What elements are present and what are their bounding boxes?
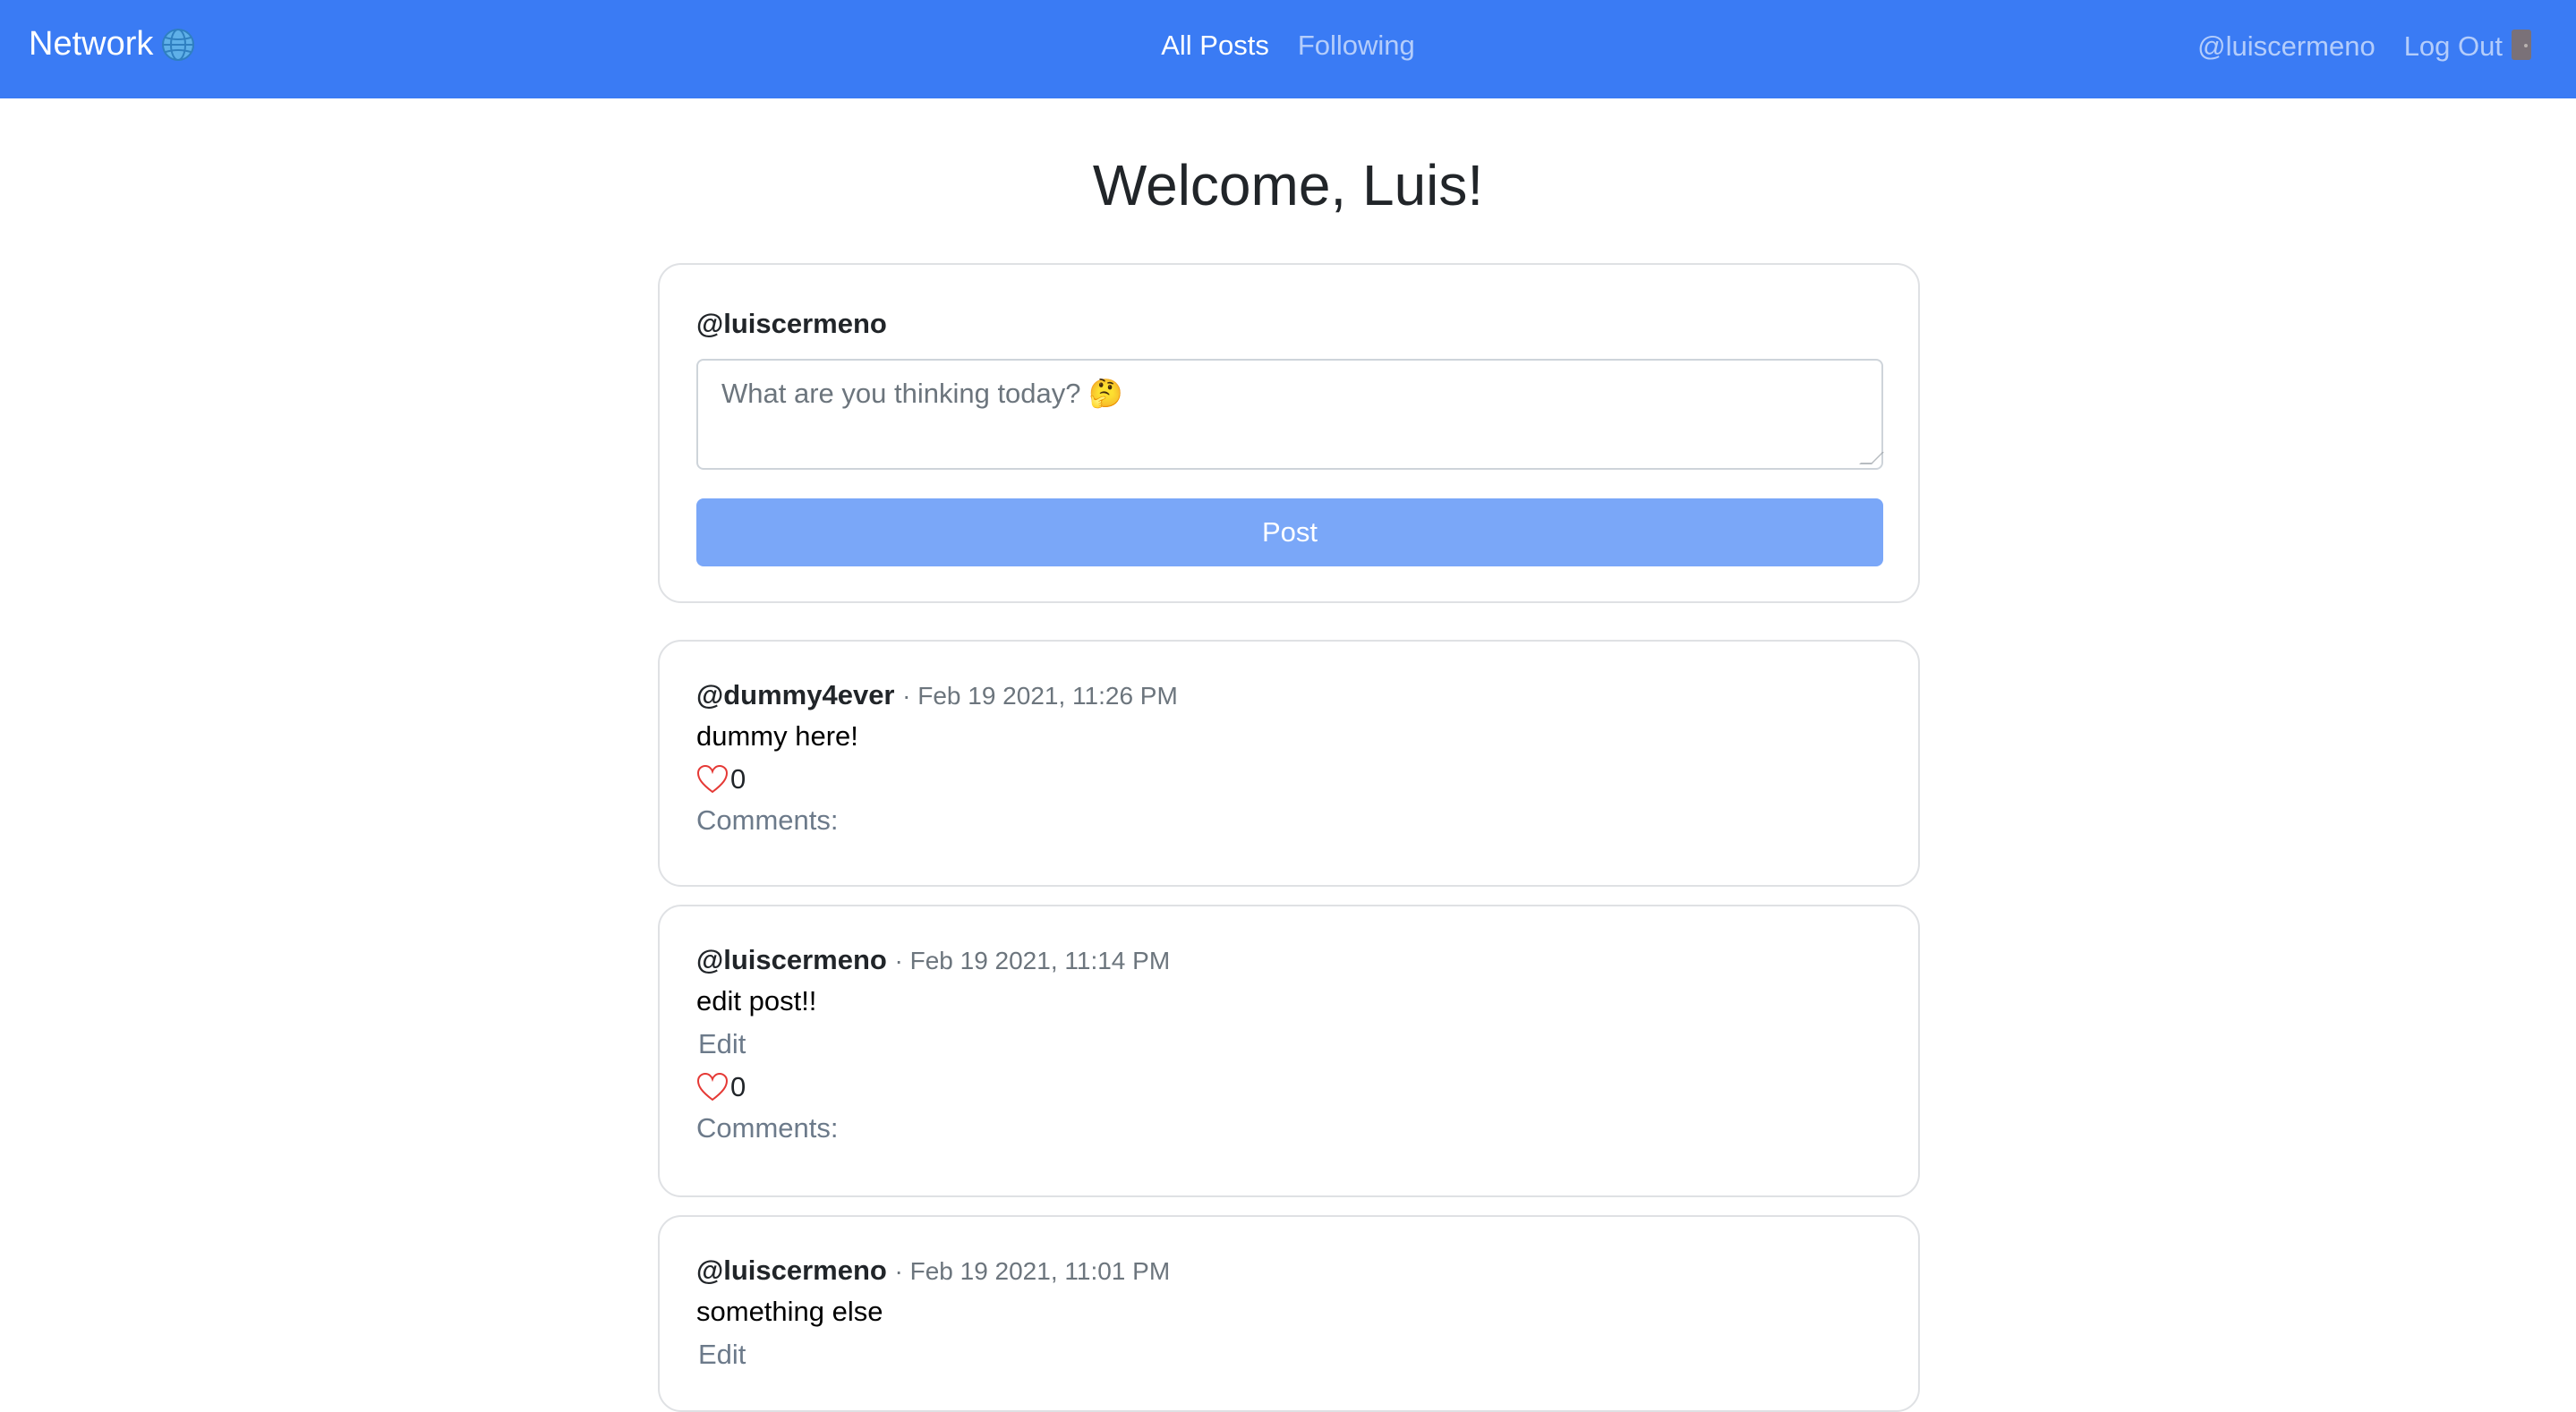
post-header: @luiscermeno · Feb 19 2021, 11:01 PM — [696, 1256, 1881, 1284]
post-content: dummy here! — [696, 720, 858, 752]
post-card: @luiscermeno · Feb 19 2021, 11:14 PM edi… — [658, 905, 1920, 1197]
door-icon — [2512, 30, 2531, 60]
post-author-link[interactable]: @luiscermeno — [696, 944, 887, 975]
comments-label: Comments: — [696, 1112, 839, 1144]
nav-profile-link[interactable]: @luiscermeno — [2197, 30, 2376, 63]
post-card: @dummy4ever · Feb 19 2021, 11:26 PM dumm… — [658, 640, 1920, 887]
heart-icon[interactable] — [696, 764, 729, 795]
post-timestamp: · Feb 19 2021, 11:14 PM — [894, 947, 1171, 974]
nav-all-posts[interactable]: All Posts — [1161, 30, 1269, 62]
page-title: Welcome, Luis! — [1092, 153, 1484, 217]
post-header: @dummy4ever · Feb 19 2021, 11:26 PM — [696, 681, 1881, 709]
post-author-link[interactable]: @luiscermeno — [696, 1255, 887, 1286]
logout-link[interactable]: Log Out — [2404, 30, 2531, 63]
nav-user-area: @luiscermeno Log Out — [2197, 30, 2531, 63]
logout-label: Log Out — [2403, 30, 2503, 62]
post-author-link[interactable]: @dummy4ever — [696, 679, 895, 710]
compose-card: @luiscermeno Post — [658, 263, 1920, 603]
edit-post-link[interactable]: Edit — [698, 1028, 1881, 1060]
edit-post-link[interactable]: Edit — [698, 1339, 1881, 1371]
top-navbar: Network All Posts Following @luiscermeno… — [0, 0, 2576, 98]
like-count: 0 — [730, 763, 746, 795]
post-card: @luiscermeno · Feb 19 2021, 11:01 PM som… — [658, 1215, 1920, 1412]
heart-icon[interactable] — [696, 1072, 729, 1102]
post-timestamp: · Feb 19 2021, 11:26 PM — [902, 682, 1178, 710]
like-row: 0 — [696, 1071, 1881, 1103]
nav-links: All Posts Following — [0, 30, 2576, 62]
like-row: 0 — [696, 763, 1881, 795]
post-content: edit post!! — [696, 985, 817, 1016]
post-button[interactable]: Post — [696, 498, 1883, 566]
post-content: something else — [696, 1296, 883, 1327]
comments-label: Comments: — [696, 804, 839, 837]
compose-username: @luiscermeno — [696, 308, 887, 339]
nav-following[interactable]: Following — [1298, 30, 1415, 62]
compose-input-wrapper — [696, 359, 1884, 470]
post-timestamp: · Feb 19 2021, 11:01 PM — [894, 1257, 1171, 1285]
like-count: 0 — [730, 1071, 746, 1103]
post-header: @luiscermeno · Feb 19 2021, 11:14 PM — [696, 946, 1881, 974]
compose-textarea[interactable] — [696, 359, 1883, 470]
